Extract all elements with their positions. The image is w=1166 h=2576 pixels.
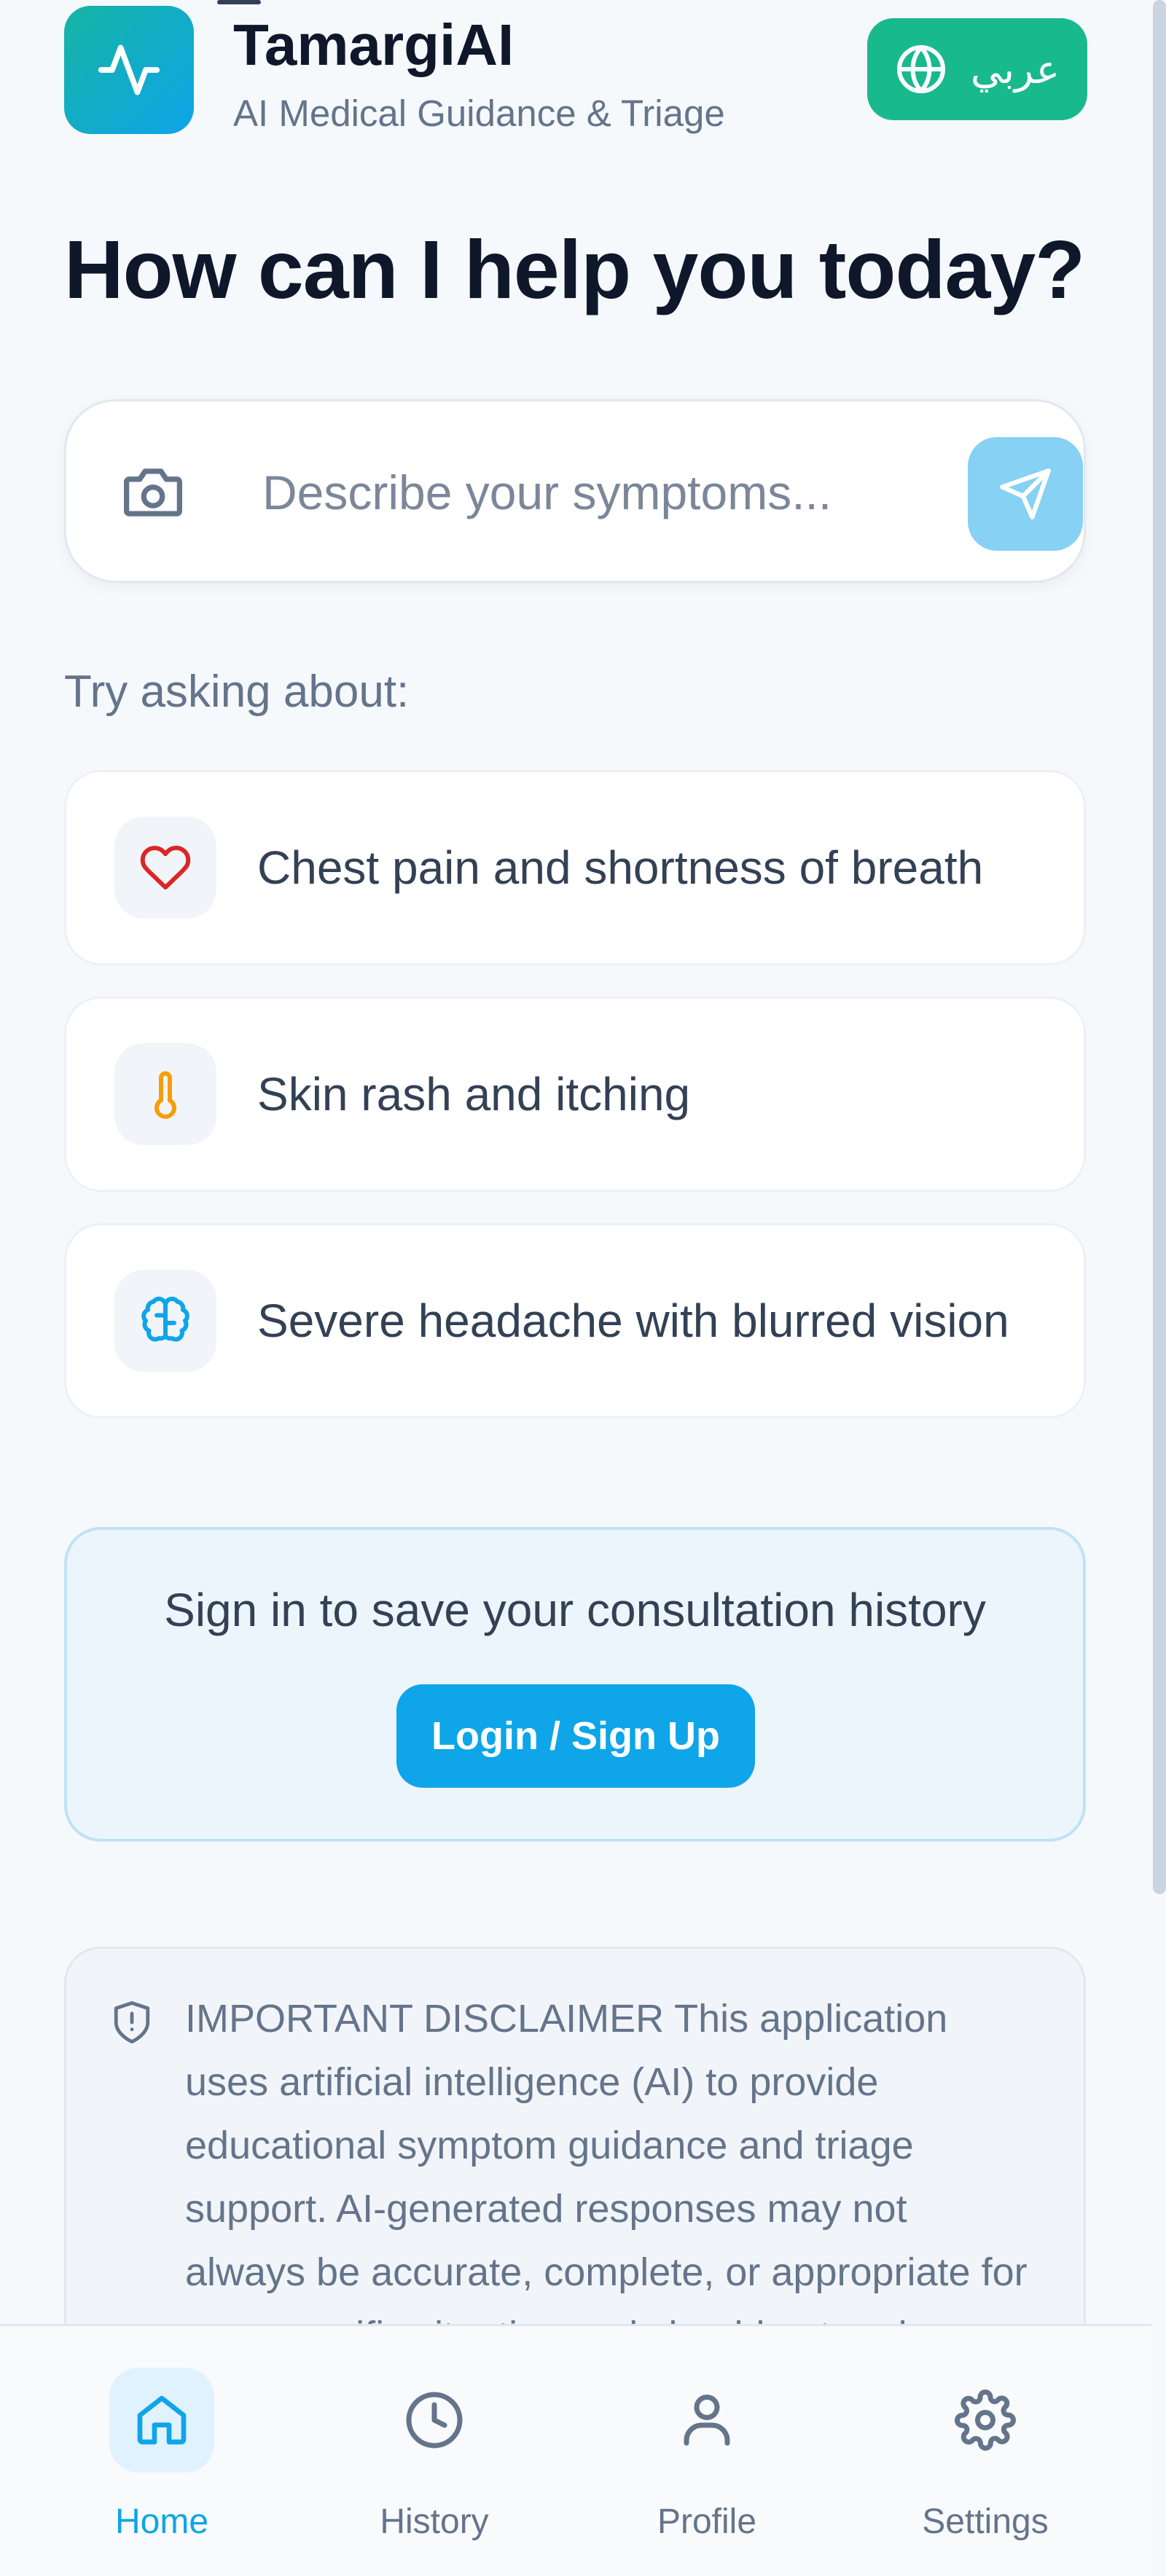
brain-icon — [141, 1296, 189, 1342]
page-heading: How can I help you today? — [64, 224, 1085, 315]
nav-profile[interactable]: Profile — [612, 2368, 802, 2542]
suggestion-chest-pain[interactable]: Chest pain and shortness of breath — [64, 770, 1086, 965]
home-icon — [137, 2395, 187, 2445]
camera-icon — [124, 468, 182, 517]
symptom-input[interactable] — [262, 446, 947, 539]
nav-label: Home — [114, 2502, 209, 2541]
globe-icon — [896, 45, 945, 93]
send-icon — [1000, 468, 1051, 519]
disclaimer-shield — [111, 1999, 153, 2046]
app-subtitle: AI Medical Guidance & Triage — [233, 93, 725, 134]
gear-icon — [955, 2390, 1016, 2451]
nav-icon-wrap — [654, 2368, 759, 2473]
login-signup-button[interactable]: Login / Sign Up — [396, 1684, 755, 1788]
suggestion-label: Chest pain and shortness of breath — [257, 841, 984, 894]
nav-icon-wrap — [109, 2368, 214, 2473]
nav-home[interactable]: Home — [67, 2368, 257, 2542]
clock-icon — [406, 2392, 463, 2449]
app-logo — [64, 6, 194, 134]
suggestions-label: Try asking about: — [64, 667, 410, 717]
shield-alert-icon — [114, 2001, 150, 2043]
suggestion-skin-rash[interactable]: Skin rash and itching — [64, 997, 1086, 1192]
nav-label: Profile — [657, 2502, 757, 2541]
nav-icon-wrap — [382, 2368, 487, 2473]
nav-icon-wrap — [933, 2368, 1038, 2473]
language-toggle-button[interactable]: عربي — [867, 18, 1087, 120]
suggestion-icon-wrap — [114, 1043, 216, 1145]
nav-label: History — [380, 2502, 489, 2541]
suggestion-label: Skin rash and itching — [257, 1068, 691, 1120]
camera-button[interactable] — [121, 463, 185, 522]
activity-pulse-icon — [98, 44, 160, 95]
thermometer-icon — [154, 1071, 176, 1119]
send-button[interactable] — [968, 437, 1083, 551]
suggestion-icon-wrap — [114, 1270, 216, 1372]
top-edge-mark — [217, 0, 261, 4]
suggestion-label: Severe headache with blurred vision — [257, 1295, 1009, 1347]
nav-history[interactable]: History — [340, 2368, 529, 2542]
suggestion-icon-wrap — [114, 817, 216, 919]
nav-label: Settings — [922, 2502, 1049, 2541]
page-scrollbar[interactable] — [1153, 0, 1166, 1894]
app-title: TamargiAI — [233, 12, 514, 77]
suggestion-headache[interactable]: Severe headache with blurred vision — [64, 1223, 1086, 1418]
signin-prompt: Sign in to save your consultation histor… — [164, 1584, 986, 1636]
user-icon — [684, 2395, 730, 2446]
language-toggle-label: عربي — [970, 47, 1060, 92]
heart-icon — [140, 845, 191, 890]
nav-settings[interactable]: Settings — [891, 2368, 1080, 2542]
